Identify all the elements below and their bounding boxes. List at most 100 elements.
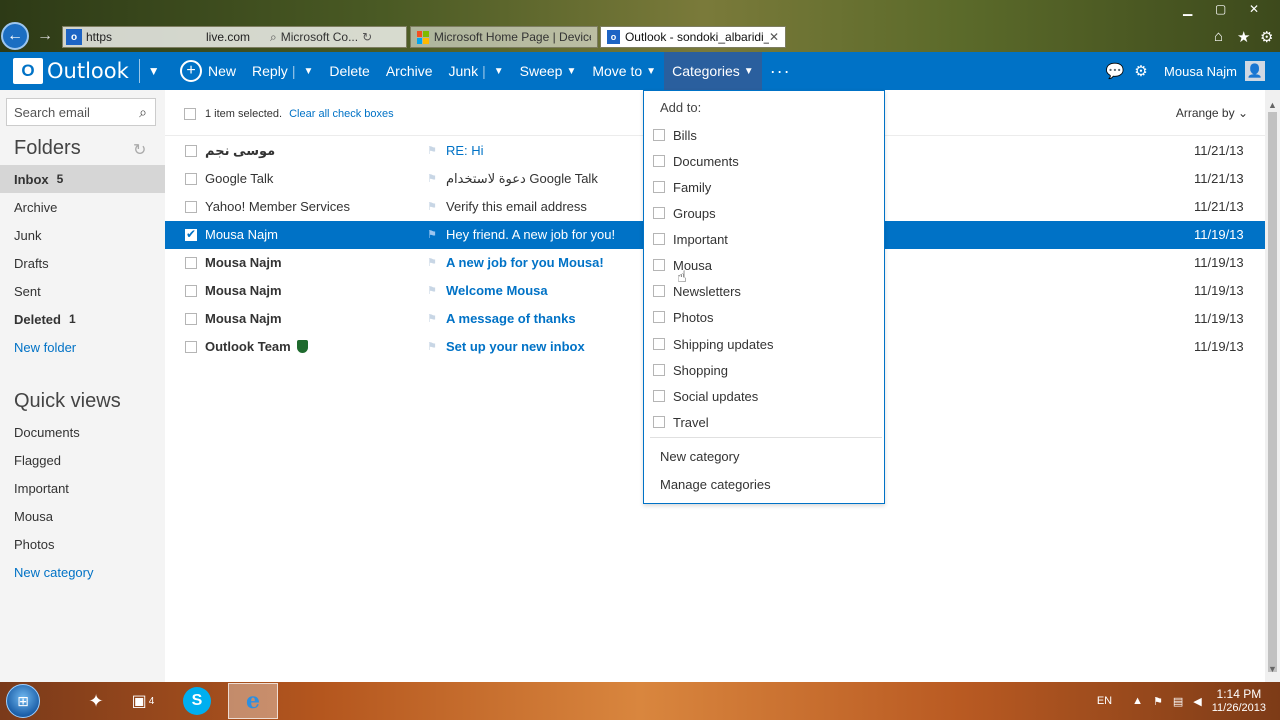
show-hidden-icons-icon[interactable]: ▲ xyxy=(1132,695,1143,707)
clock[interactable]: 1:14 PM 11/26/2013 xyxy=(1212,687,1266,715)
quick-view-important[interactable]: Important xyxy=(0,474,165,502)
reply-button[interactable]: Reply | ▼ xyxy=(244,52,321,90)
language-indicator[interactable]: EN xyxy=(1097,695,1112,707)
user-name[interactable]: Mousa Najm xyxy=(1164,64,1237,79)
folder-inbox[interactable]: Inbox 5 xyxy=(0,165,165,193)
chevron-down-icon[interactable]: ▼ xyxy=(148,64,160,78)
quick-view-mousa[interactable]: Mousa xyxy=(0,502,165,530)
refresh-icon[interactable]: ↻ xyxy=(362,30,372,44)
quick-view-photos[interactable]: Photos xyxy=(0,530,165,558)
flag-tray-icon[interactable]: ⚑ xyxy=(1153,695,1163,708)
flag-icon[interactable]: ⚑ xyxy=(427,228,437,241)
row-checkbox[interactable] xyxy=(185,201,197,213)
manage-categories-menu-item[interactable]: Manage categories xyxy=(660,477,771,492)
refresh-icon[interactable]: ↻ xyxy=(133,140,146,160)
category-checkbox[interactable] xyxy=(653,259,665,271)
folder-deleted[interactable]: Deleted 1 xyxy=(0,305,165,333)
category-checkbox[interactable] xyxy=(653,181,665,193)
new-folder-link[interactable]: New folder xyxy=(0,333,165,361)
browser-tab-microsoft[interactable]: Microsoft Home Page | Device... xyxy=(410,26,598,48)
search-icon[interactable]: ⌕ xyxy=(139,104,147,121)
messenger-icon[interactable]: 💬 xyxy=(1102,52,1128,90)
search-icon[interactable]: ⌕ xyxy=(270,30,277,45)
internet-explorer-icon[interactable]: e xyxy=(228,683,278,719)
network-icon[interactable]: ▤ xyxy=(1173,695,1183,708)
row-checkbox[interactable] xyxy=(185,285,197,297)
category-checkbox[interactable] xyxy=(653,129,665,141)
outlook-brand[interactable]: O Outlook ▼ xyxy=(0,52,172,90)
gear-icon[interactable]: ⚙ xyxy=(1128,52,1154,90)
minimize-icon[interactable]: ▁ xyxy=(1183,2,1192,16)
category-item-photos[interactable]: Photos xyxy=(644,304,884,330)
volume-icon[interactable]: ◀ xyxy=(1193,695,1201,708)
folder-sent[interactable]: Sent xyxy=(0,277,165,305)
category-checkbox[interactable] xyxy=(653,338,665,350)
delete-button[interactable]: Delete xyxy=(321,52,377,90)
category-item-social-updates[interactable]: Social updates xyxy=(644,383,884,409)
taskbar-app-icon[interactable]: ✦ xyxy=(71,683,121,719)
skype-icon[interactable]: S xyxy=(172,683,222,719)
home-icon[interactable]: ⌂ xyxy=(1214,28,1223,45)
category-item-shopping[interactable]: Shopping xyxy=(644,357,884,383)
new-button[interactable]: + New xyxy=(172,52,244,90)
move-to-button[interactable]: Move to ▼ xyxy=(584,52,664,90)
avatar[interactable]: 👤 xyxy=(1245,61,1265,81)
forward-button[interactable]: → xyxy=(34,22,56,50)
clear-all-link[interactable]: Clear all check boxes xyxy=(289,108,394,120)
category-item-important[interactable]: Important xyxy=(644,226,884,252)
row-checkbox[interactable] xyxy=(185,173,197,185)
category-item-groups[interactable]: Groups xyxy=(644,200,884,226)
new-category-link[interactable]: New category xyxy=(0,558,165,586)
settings-gear-icon[interactable]: ⚙ xyxy=(1260,28,1273,46)
quick-view-flagged[interactable]: Flagged xyxy=(0,446,165,474)
folder-drafts[interactable]: Drafts xyxy=(0,249,165,277)
category-checkbox[interactable] xyxy=(653,285,665,297)
category-checkbox[interactable] xyxy=(653,416,665,428)
start-button[interactable]: ⊞ xyxy=(6,684,40,718)
more-commands-button[interactable]: ··· xyxy=(762,52,799,90)
category-item-travel[interactable]: Travel xyxy=(644,409,884,435)
flag-icon[interactable]: ⚑ xyxy=(427,284,437,297)
flag-icon[interactable]: ⚑ xyxy=(427,312,437,325)
flag-icon[interactable]: ⚑ xyxy=(427,144,437,157)
sweep-button[interactable]: Sweep ▼ xyxy=(512,52,585,90)
category-checkbox[interactable] xyxy=(653,233,665,245)
category-item-bills[interactable]: Bills xyxy=(644,122,884,148)
row-checkbox[interactable] xyxy=(185,313,197,325)
arrange-by-button[interactable]: Arrange by ⌄ xyxy=(1176,106,1248,120)
row-checkbox-checked[interactable] xyxy=(185,227,197,241)
scrollbar[interactable]: ▲ ▼ xyxy=(1265,90,1280,682)
category-checkbox[interactable] xyxy=(653,155,665,167)
archive-button[interactable]: Archive xyxy=(378,52,441,90)
address-bar[interactable]: o https live.com ⌕ Microsoft Co... ↻ xyxy=(62,26,407,48)
category-item-documents[interactable]: Documents xyxy=(644,148,884,174)
taskbar-app-icon[interactable]: ▣ 4 xyxy=(118,683,168,719)
favorites-star-icon[interactable]: ★ xyxy=(1237,28,1250,46)
row-checkbox[interactable] xyxy=(185,257,197,269)
category-item-shipping-updates[interactable]: Shipping updates xyxy=(644,331,884,357)
flag-icon[interactable]: ⚑ xyxy=(427,256,437,269)
quick-view-documents[interactable]: Documents xyxy=(0,418,165,446)
categories-button[interactable]: Categories ▼ xyxy=(664,52,762,90)
back-button[interactable]: ← xyxy=(1,22,29,50)
maximize-icon[interactable]: ▢ xyxy=(1215,2,1226,16)
folder-junk[interactable]: Junk xyxy=(0,221,165,249)
category-checkbox[interactable] xyxy=(653,390,665,402)
junk-button[interactable]: Junk | ▼ xyxy=(441,52,512,90)
search-input[interactable]: Search email ⌕ xyxy=(6,98,156,126)
new-category-menu-item[interactable]: New category xyxy=(660,449,739,464)
row-checkbox[interactable] xyxy=(185,145,197,157)
category-item-family[interactable]: Family xyxy=(644,174,884,200)
scroll-up-icon[interactable]: ▲ xyxy=(1268,100,1277,110)
scroll-down-icon[interactable]: ▼ xyxy=(1268,664,1277,674)
chevron-down-icon[interactable]: ▼ xyxy=(303,66,313,77)
flag-icon[interactable]: ⚑ xyxy=(427,172,437,185)
category-checkbox[interactable] xyxy=(653,364,665,376)
chevron-down-icon[interactable]: ▼ xyxy=(494,66,504,77)
flag-icon[interactable]: ⚑ xyxy=(427,200,437,213)
close-tab-icon[interactable]: ✕ xyxy=(769,30,779,44)
row-checkbox[interactable] xyxy=(185,341,197,353)
close-window-icon[interactable]: ✕ xyxy=(1249,2,1259,16)
folder-archive[interactable]: Archive xyxy=(0,193,165,221)
flag-icon[interactable]: ⚑ xyxy=(427,340,437,353)
